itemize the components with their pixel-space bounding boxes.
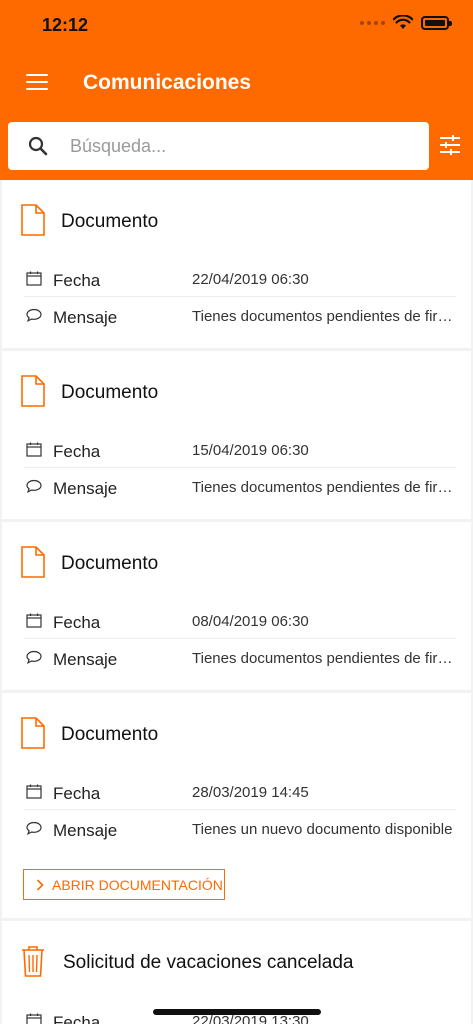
card-title: Solicitud de vacaciones cancelada	[63, 952, 354, 973]
calendar-icon	[26, 613, 42, 628]
row-label: Mensaje	[53, 650, 118, 669]
communication-card[interactable]: Documento Fecha 08/04/2019 06:30 Mensaje…	[2, 522, 471, 690]
calendar-icon	[26, 271, 42, 286]
speech-bubble-icon	[26, 821, 42, 835]
communication-card[interactable]: Documento Fecha 28/03/2019 14:45 Mensaje…	[2, 693, 471, 918]
filter-icon[interactable]	[439, 135, 461, 155]
row-value: 28/03/2019 14:45	[192, 784, 309, 801]
hamburger-icon	[26, 74, 48, 76]
chevron-right-icon	[36, 878, 44, 891]
message-row: Mensaje Tienes un nuevo documento dispon…	[24, 811, 456, 847]
search-input[interactable]	[70, 132, 410, 160]
calendar-icon	[26, 784, 42, 799]
speech-bubble-icon	[26, 308, 42, 322]
card-title: Documento	[61, 553, 159, 574]
card-title: Documento	[61, 724, 159, 745]
row-value: Tienes un nuevo documento disponible	[192, 821, 453, 838]
row-value: Tienes documentos pendientes de firma	[192, 650, 454, 667]
card-title: Documento	[61, 382, 159, 403]
app-header: 12:12 Comunicaciones	[0, 0, 473, 180]
calendar-icon	[26, 1013, 42, 1024]
row-value: 15/04/2019 06:30	[192, 442, 309, 459]
menu-button[interactable]	[26, 74, 48, 92]
open-documentation-button[interactable]: ABRIR DOCUMENTACIÓN	[23, 869, 225, 900]
speech-bubble-icon	[26, 650, 42, 664]
speech-bubble-icon	[26, 479, 42, 493]
row-label: Mensaje	[53, 308, 118, 327]
document-icon	[21, 375, 45, 407]
page-title: Comunicaciones	[83, 71, 252, 94]
date-row: Fecha 28/03/2019 14:45	[24, 774, 456, 810]
row-value: 08/04/2019 06:30	[192, 613, 309, 630]
home-indicator	[153, 1009, 321, 1015]
message-row: Mensaje Tienes documentos pendientes de …	[24, 298, 456, 334]
row-value: Tienes documentos pendientes de firma	[192, 308, 454, 325]
row-label: Mensaje	[53, 821, 118, 840]
row-label: Fecha	[53, 442, 101, 461]
document-icon	[21, 204, 45, 236]
wifi-icon	[393, 15, 413, 29]
message-row: Mensaje Tienes documentos pendientes de …	[24, 469, 456, 505]
row-label: Fecha	[53, 784, 101, 803]
communication-card[interactable]: Documento Fecha 22/04/2019 06:30 Mensaje…	[2, 180, 471, 348]
search-icon	[28, 136, 48, 156]
row-label: Fecha	[53, 271, 101, 290]
row-value: 22/04/2019 06:30	[192, 271, 309, 288]
status-time: 12:12	[42, 15, 89, 35]
open-documentation-label: ABRIR DOCUMENTACIÓN	[52, 876, 223, 893]
document-icon	[21, 717, 45, 749]
communication-card[interactable]: Documento Fecha 15/04/2019 06:30 Mensaje…	[2, 351, 471, 519]
row-label: Fecha	[53, 1013, 101, 1024]
date-row: Fecha 08/04/2019 06:30	[24, 603, 456, 639]
document-icon	[21, 546, 45, 578]
calendar-icon	[26, 442, 42, 457]
signal-icon	[360, 20, 385, 25]
search-box[interactable]	[8, 122, 429, 170]
card-title: Documento	[61, 211, 159, 232]
date-row: Fecha 15/04/2019 06:30	[24, 432, 456, 468]
row-label: Mensaje	[53, 479, 118, 498]
battery-icon	[421, 15, 452, 30]
date-row: Fecha 22/04/2019 06:30	[24, 261, 456, 297]
row-value: Tienes documentos pendientes de firma	[192, 479, 454, 496]
row-label: Fecha	[53, 613, 101, 632]
status-bar: 12:12	[0, 0, 473, 50]
trash-icon	[22, 946, 44, 977]
status-icons	[360, 15, 452, 30]
message-row: Mensaje Tienes documentos pendientes de …	[24, 640, 456, 676]
